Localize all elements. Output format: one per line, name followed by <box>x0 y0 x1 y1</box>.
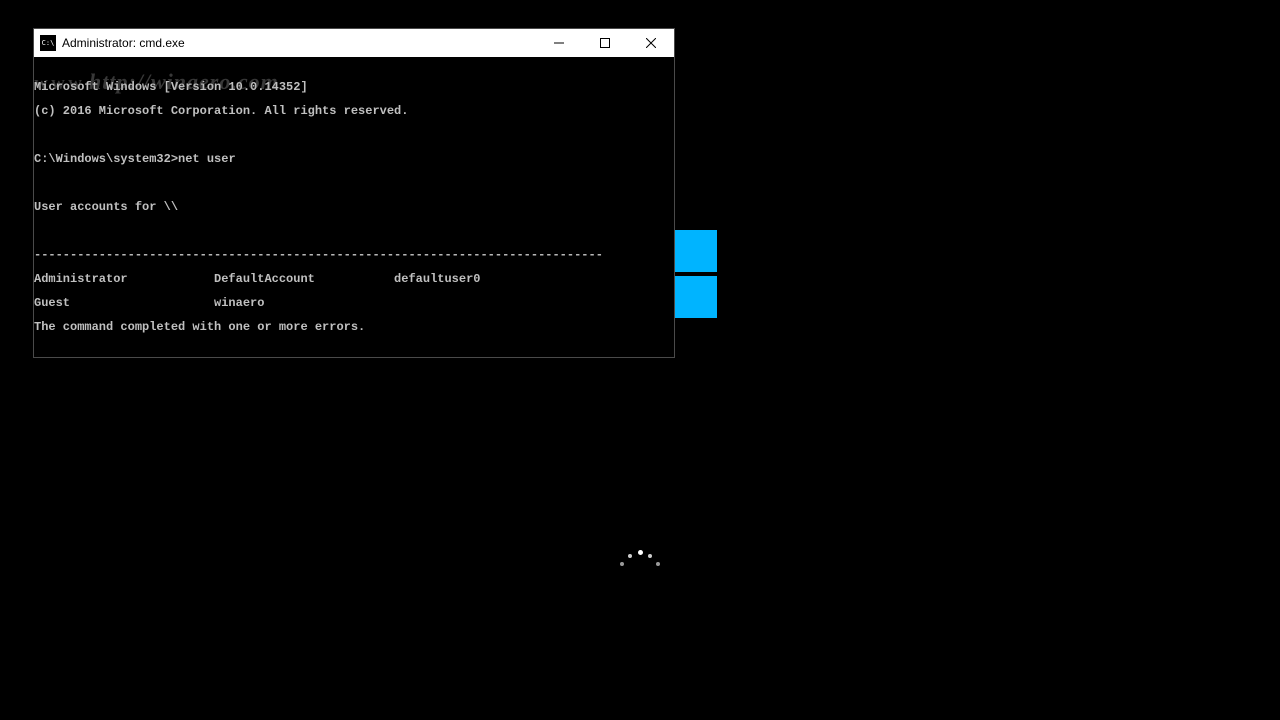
console-line: Guest winaero <box>34 297 674 309</box>
console-line: C:\Windows\system32>net user <box>34 153 674 165</box>
console-line: Microsoft Windows [Version 10.0.14352] <box>34 81 674 93</box>
console-line <box>34 129 674 141</box>
windows-logo-fragment <box>673 230 717 318</box>
console-line: Administrator DefaultAccount defaultuser… <box>34 273 674 285</box>
close-button[interactable] <box>628 29 674 57</box>
console-line: (c) 2016 Microsoft Corporation. All righ… <box>34 105 674 117</box>
window-title: Administrator: cmd.exe <box>62 36 185 50</box>
console-line <box>34 345 674 357</box>
console-line: ----------------------------------------… <box>34 249 674 261</box>
console-line: The command completed with one or more e… <box>34 321 674 333</box>
minimize-button[interactable] <box>536 29 582 57</box>
console-line: User accounts for \\ <box>34 201 674 213</box>
console-line <box>34 225 674 237</box>
cmd-window[interactable]: Administrator: cmd.exe WWWhttp://winaero… <box>33 28 675 358</box>
cmd-icon <box>40 35 56 51</box>
maximize-button[interactable] <box>582 29 628 57</box>
loading-spinner <box>618 548 662 592</box>
titlebar[interactable]: Administrator: cmd.exe <box>34 29 674 57</box>
console-output[interactable]: WWWhttp://winaero.com Microsoft Windows … <box>34 57 674 357</box>
console-line <box>34 177 674 189</box>
